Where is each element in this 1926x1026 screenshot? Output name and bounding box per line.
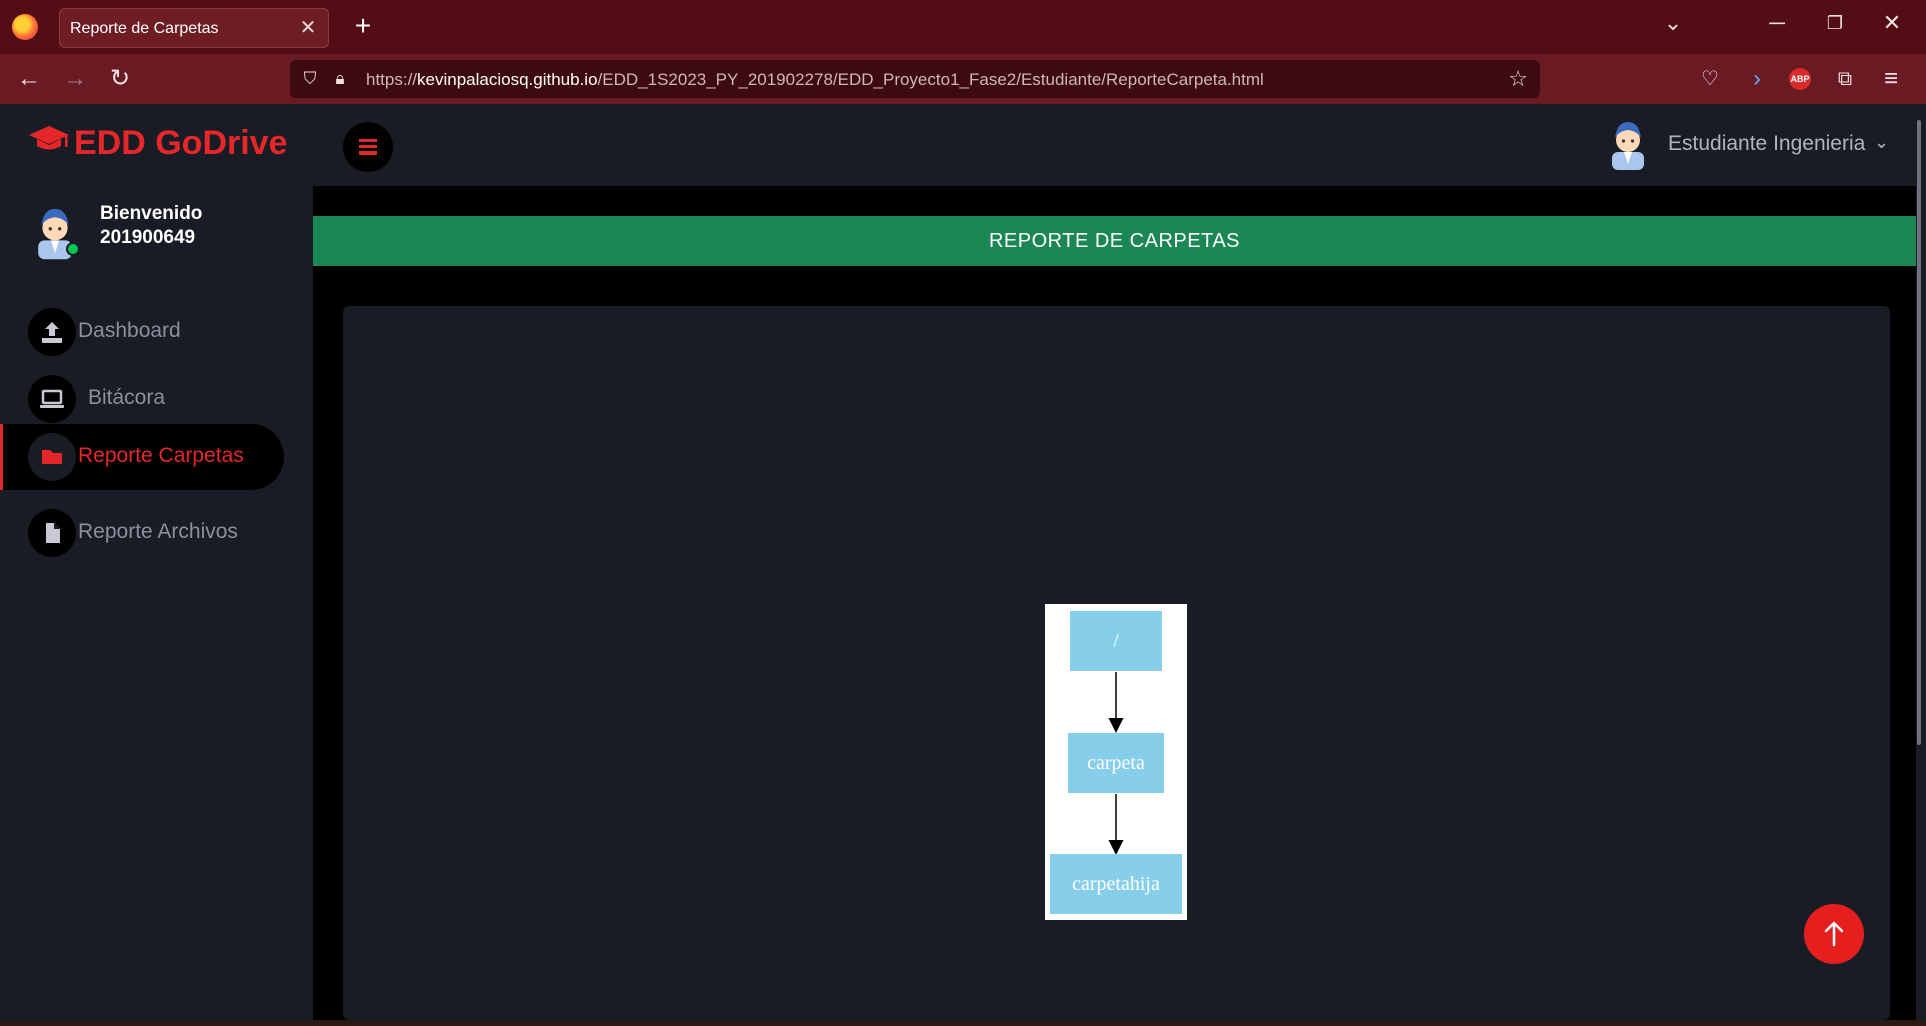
sidebar: Bienvenido 201900649 Dashboard Bitácora … xyxy=(0,186,313,1020)
brand-logo[interactable]: EDD GoDrive xyxy=(28,124,288,163)
file-icon xyxy=(28,509,76,557)
tab-close-icon[interactable]: ✕ xyxy=(296,15,320,41)
pocket-icon[interactable]: ♡ xyxy=(1693,62,1727,96)
graph-node-label: carpeta xyxy=(1087,752,1145,774)
extensions-puzzle-icon[interactable]: ⧉ xyxy=(1828,62,1862,96)
new-tab-button[interactable]: + xyxy=(348,10,378,42)
browser-tab[interactable]: Reporte de Carpetas ✕ xyxy=(59,8,329,48)
minimize-icon[interactable]: ─ xyxy=(1760,10,1794,36)
online-status-dot xyxy=(66,242,80,256)
browser-nav-bar: ← → ↻ ⛉ 🔒︎ https://kevinpalaciosq.github… xyxy=(0,54,1926,104)
hamburger-menu-icon[interactable]: ≡ xyxy=(1874,62,1908,96)
user-avatar[interactable] xyxy=(1608,120,1648,170)
app-header: EDD GoDrive Estudiante Ingenieria ⌄ xyxy=(0,104,1916,186)
scrollbar-thumb[interactable] xyxy=(1917,120,1921,745)
sidebar-item-label: Bitácora xyxy=(88,386,166,409)
sidebar-toggle-button[interactable] xyxy=(343,122,393,172)
bookmark-star-icon[interactable]: ☆ xyxy=(1508,66,1528,92)
back-arrow-icon[interactable]: ← xyxy=(12,62,46,96)
forward-arrow-icon[interactable]: → xyxy=(58,62,92,96)
tab-title: Reporte de Carpetas xyxy=(70,20,219,37)
graduation-cap-icon xyxy=(28,124,70,162)
sidebar-item-reporte-carpetas[interactable]: Reporte Carpetas xyxy=(0,424,284,490)
user-menu-name[interactable]: Estudiante Ingenieria xyxy=(1668,132,1865,156)
brand-name: EDD GoDrive xyxy=(74,124,288,162)
laptop-icon xyxy=(28,375,76,423)
user-id: 201900649 xyxy=(100,227,196,248)
reload-icon[interactable]: ↻ xyxy=(103,62,137,96)
scroll-to-top-button[interactable] xyxy=(1804,904,1864,964)
extension-arrow-icon[interactable]: › xyxy=(1740,62,1774,96)
welcome-text: Bienvenido xyxy=(100,203,203,224)
adblock-plus-icon[interactable]: ABP xyxy=(1789,68,1811,90)
page-title-banner: REPORTE DE CARPETAS xyxy=(313,216,1916,266)
sidebar-item-reporte-archivos[interactable]: Reporte Archivos xyxy=(0,500,284,566)
restore-icon[interactable]: ❐ xyxy=(1818,13,1852,34)
folder-tree-graph: / carpeta carpetahija xyxy=(1045,604,1187,920)
tracking-shield-icon[interactable]: ⛉ xyxy=(300,69,320,89)
hamburger-icon xyxy=(359,139,377,155)
arrow-up-icon xyxy=(1824,921,1844,947)
url-text[interactable]: https://kevinpalaciosq.github.io/EDD_1S2… xyxy=(366,70,1264,90)
sidebar-item-label: Dashboard xyxy=(78,319,181,342)
sidebar-item-bitacora[interactable]: Bitácora xyxy=(0,366,284,432)
chevron-down-icon[interactable]: ⌄ xyxy=(1874,132,1889,153)
folder-icon xyxy=(28,433,76,481)
graph-node-label: carpetahija xyxy=(1072,873,1160,895)
graph-node-label: / xyxy=(1113,630,1119,652)
close-window-icon[interactable]: ✕ xyxy=(1875,10,1909,36)
browser-tab-bar: Reporte de Carpetas ✕ + ⌄ ─ ❐ ✕ xyxy=(0,0,1926,54)
sidebar-item-dashboard[interactable]: Dashboard xyxy=(0,299,284,365)
sidebar-item-label: Reporte Carpetas xyxy=(78,444,244,467)
firefox-logo-icon[interactable] xyxy=(12,14,38,40)
tab-list-chevron-icon[interactable]: ⌄ xyxy=(1656,10,1690,36)
address-bar[interactable]: ⛉ 🔒︎ https://kevinpalaciosq.github.io/ED… xyxy=(290,60,1540,98)
upload-icon xyxy=(28,308,76,356)
welcome-block: Bienvenido 201900649 xyxy=(100,202,202,250)
window-bottom-edge xyxy=(0,1020,1926,1026)
lock-icon[interactable]: 🔒︎ xyxy=(330,69,350,89)
sidebar-item-label: Reporte Archivos xyxy=(78,520,238,543)
